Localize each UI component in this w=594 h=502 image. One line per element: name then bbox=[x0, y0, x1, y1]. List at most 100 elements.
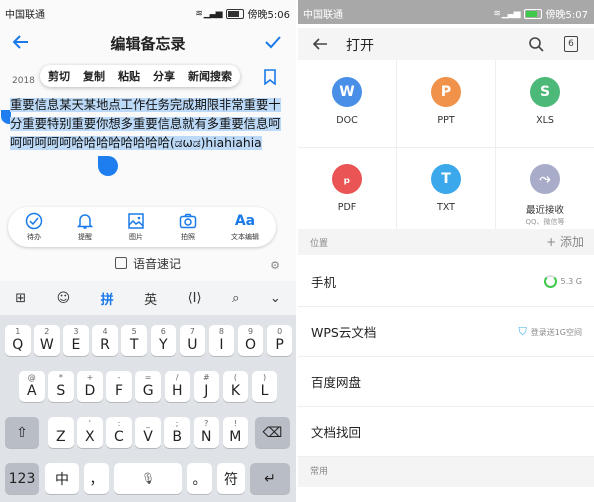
key-k[interactable]: (K bbox=[222, 371, 249, 402]
key-e[interactable]: 3E bbox=[63, 325, 89, 356]
comma-key[interactable]: ， bbox=[84, 463, 109, 494]
space-key[interactable]: 🎙︎ bbox=[114, 463, 182, 494]
backspace-icon: ⌫ bbox=[262, 424, 283, 441]
key-o[interactable]: 9O bbox=[237, 325, 264, 356]
bookmark-icon[interactable] bbox=[262, 67, 278, 87]
key-label: 中 bbox=[55, 471, 69, 488]
location-label: WPS云文档 bbox=[311, 325, 377, 340]
file-type-recent[interactable]: ⤳ 最近接收 QQ、微信等 bbox=[496, 147, 594, 234]
file-type-label: 最近接收 bbox=[525, 205, 564, 216]
key-secondary-label: _ bbox=[146, 419, 151, 428]
key-q[interactable]: 1Q bbox=[5, 325, 31, 356]
key-secondary-label: - bbox=[117, 373, 121, 382]
key-i[interactable]: 8I bbox=[208, 325, 235, 356]
add-location-button[interactable]: + 添加 bbox=[546, 233, 584, 250]
key-u[interactable]: 7U bbox=[179, 325, 206, 356]
location-doc-recovery[interactable]: 文档找回 bbox=[298, 406, 594, 457]
location-phone[interactable]: 手机 5.3 G bbox=[298, 256, 594, 307]
text-format-icon: Aa bbox=[234, 213, 256, 229]
key-v[interactable]: _ V bbox=[135, 417, 161, 448]
key-l[interactable]: ) L bbox=[251, 371, 278, 402]
memo-editor-screen: 中国联通 ≋ ▁▃▅ 傍晚5:06 编辑备忘录 2 0 1 8 剪切 复制 粘贴 分享… bbox=[0, 0, 296, 502]
period-key[interactable]: 。 bbox=[187, 463, 212, 494]
cloud-icon: ⛉ bbox=[518, 325, 527, 338]
signal-icon: ≋ ▁▃▅ bbox=[493, 8, 520, 19]
key-label: G bbox=[142, 383, 154, 399]
key-label: H bbox=[171, 383, 183, 399]
file-type-label: DOC bbox=[336, 115, 358, 126]
shift-key[interactable]: ⇧ bbox=[5, 417, 39, 448]
key-label: T bbox=[129, 337, 139, 353]
confirm-check-icon[interactable] bbox=[262, 30, 284, 54]
key-a[interactable]: @ A bbox=[19, 371, 45, 402]
file-type-xls[interactable]: S XLS bbox=[496, 60, 594, 147]
key-m[interactable]: ! M bbox=[222, 417, 249, 448]
location-baidu-pan[interactable]: 百度网盘 bbox=[298, 356, 594, 407]
backspace-key[interactable]: ⌫ bbox=[255, 417, 290, 448]
num-key[interactable]: 123 bbox=[5, 463, 39, 494]
key-secondary-label: 6 bbox=[160, 327, 166, 336]
symbol-key[interactable]: 符 bbox=[217, 463, 245, 494]
emoji-icon[interactable]: ☺ bbox=[57, 291, 71, 306]
location-label: 百度网盘 bbox=[311, 375, 362, 390]
key-g[interactable]: = G bbox=[135, 371, 161, 402]
key-c[interactable]: :C bbox=[106, 417, 132, 448]
ctx-news-search[interactable]: 新闻搜索 bbox=[188, 68, 232, 84]
tabs-icon[interactable]: 6 bbox=[562, 34, 580, 54]
key-label: 符 bbox=[224, 471, 238, 488]
key-s[interactable]: * S bbox=[48, 371, 74, 402]
key-label: E bbox=[71, 337, 81, 353]
cursor-move-icon[interactable]: ⟨I⟩ bbox=[188, 291, 202, 306]
file-type-txt[interactable]: T TXT bbox=[397, 147, 495, 234]
file-type-sublabel: QQ、微信等 bbox=[525, 218, 565, 226]
selection-end-handle[interactable] bbox=[98, 156, 118, 176]
ctx-paste[interactable]: 粘贴 bbox=[118, 68, 140, 84]
time-label: 傍晚5:06 bbox=[247, 10, 290, 21]
pinyin-mode-button[interactable]: 拼 bbox=[101, 289, 114, 308]
enter-key[interactable]: ↵ bbox=[250, 463, 290, 494]
microphone-icon: 🎙︎ bbox=[141, 472, 155, 485]
lang-key[interactable]: 中 bbox=[45, 463, 79, 494]
file-type-ppt[interactable]: P PPT bbox=[397, 60, 495, 147]
key-j[interactable]: # J bbox=[193, 371, 220, 402]
grid-menu-icon[interactable]: ⊞ bbox=[15, 291, 26, 306]
key-r[interactable]: 4R bbox=[92, 325, 118, 356]
key-label: B bbox=[172, 429, 182, 445]
key-label: Q bbox=[12, 337, 24, 353]
key-h[interactable]: / H bbox=[164, 371, 190, 402]
gear-icon[interactable]: ⚙ bbox=[270, 259, 280, 272]
key-x[interactable]: ' X bbox=[77, 417, 103, 448]
key-y[interactable]: 6Y bbox=[150, 325, 176, 356]
key-secondary-label: 8 bbox=[218, 327, 224, 336]
ctx-cut[interactable]: 剪切 bbox=[48, 68, 70, 84]
tool-text-edit[interactable]: Aa 文本编辑 bbox=[231, 212, 259, 242]
back-arrow-icon[interactable] bbox=[310, 34, 330, 54]
ctx-share[interactable]: 分享 bbox=[153, 68, 175, 84]
file-type-doc[interactable]: W DOC bbox=[298, 60, 396, 147]
key-d[interactable]: + D bbox=[77, 371, 103, 402]
search-icon[interactable] bbox=[526, 34, 546, 54]
key-t[interactable]: 5T bbox=[121, 325, 147, 356]
key-label: K bbox=[230, 383, 241, 399]
voice-memo-bar[interactable]: 语音速记 bbox=[0, 255, 296, 277]
key-f[interactable]: -F bbox=[106, 371, 132, 402]
key-z[interactable]: Z bbox=[48, 417, 74, 448]
ctx-copy[interactable]: 复制 bbox=[83, 68, 105, 84]
key-label: O bbox=[245, 337, 257, 353]
file-type-pdf[interactable]: ₚ PDF bbox=[298, 147, 396, 234]
tool-image[interactable]: 图片 bbox=[127, 212, 145, 242]
location-wps-cloud[interactable]: WPS云文档 ⛉ 登录送1G空间 bbox=[298, 306, 594, 357]
note-body[interactable]: 重要信息某天某地点工作任务完成期限非常重要十分重要特别重要你想多重要信息就有多重… bbox=[10, 96, 290, 153]
collapse-keyboard-icon[interactable]: ⌄ bbox=[270, 291, 281, 306]
key-n[interactable]: ? N bbox=[193, 417, 219, 448]
key-p[interactable]: 0P bbox=[266, 325, 293, 356]
search-icon[interactable]: ⌕ bbox=[232, 291, 239, 306]
english-mode-button[interactable]: 英 bbox=[144, 289, 157, 308]
voice-memo-label: 语音速记 bbox=[132, 257, 181, 271]
key-b[interactable]: ; B bbox=[164, 417, 190, 448]
key-w[interactable]: 2W bbox=[34, 325, 60, 356]
key-label: S bbox=[56, 383, 66, 399]
tool-camera[interactable]: 拍照 bbox=[179, 212, 197, 242]
tool-todo[interactable]: 待办 bbox=[25, 212, 43, 242]
tool-reminder[interactable]: 提醒 bbox=[77, 212, 93, 242]
